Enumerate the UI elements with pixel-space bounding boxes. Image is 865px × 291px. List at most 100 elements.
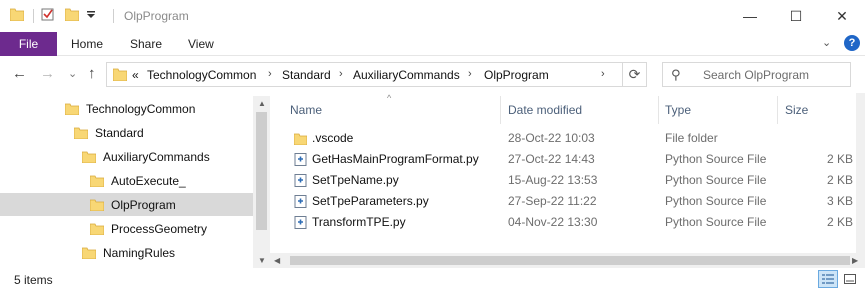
properties-checkbox-icon[interactable] xyxy=(41,8,55,21)
tree-item[interactable]: AutoExecute_ xyxy=(90,169,186,193)
breadcrumb-separator[interactable]: › xyxy=(339,68,343,80)
file-name: SetTpeName.py xyxy=(312,173,399,187)
column-header-name[interactable]: Name xyxy=(290,103,322,117)
breadcrumb-separator[interactable]: › xyxy=(468,68,472,80)
file-type: Python Source File xyxy=(665,173,767,187)
maximize-icon: ☐ xyxy=(789,7,803,24)
tree-item[interactable]: ProcessGeometry xyxy=(90,217,207,241)
breadcrumb-separator[interactable]: › xyxy=(268,68,272,80)
tab-view[interactable]: View xyxy=(188,37,214,51)
tab-home[interactable]: Home xyxy=(71,37,103,51)
file-date: 04-Nov-22 13:30 xyxy=(508,215,598,229)
python-file-icon xyxy=(294,174,307,187)
search-placeholder: Search OlpProgram xyxy=(703,68,810,82)
breadcrumb-separator[interactable]: › xyxy=(601,68,605,80)
title-separator xyxy=(113,9,114,23)
folder-icon xyxy=(65,103,79,115)
quick-access-dropdown-icon[interactable] xyxy=(86,8,96,21)
tree-item[interactable]: NamingRules xyxy=(82,241,175,265)
refresh-button[interactable]: ⟳ xyxy=(622,62,646,87)
tree-item-label: Standard xyxy=(95,126,144,140)
scroll-up-icon[interactable]: ▲ xyxy=(258,99,266,108)
folder-icon xyxy=(10,8,24,21)
file-list: ^ Name Date modified Type Size .vscode 2… xyxy=(278,93,865,268)
file-type: Python Source File xyxy=(665,215,767,229)
address-bar[interactable]: « TechnologyCommon › Standard › Auxiliar… xyxy=(106,62,647,87)
tree-item-label: TechnologyCommon xyxy=(86,102,196,116)
scroll-left-icon[interactable]: ◀ xyxy=(274,256,280,265)
tab-file[interactable]: File xyxy=(0,32,57,56)
breadcrumb-overflow[interactable]: « xyxy=(132,68,139,82)
folder-icon xyxy=(90,175,104,187)
file-row[interactable]: .vscode 28-Oct-22 10:03 File folder xyxy=(278,128,858,149)
breadcrumb-item[interactable]: TechnologyCommon xyxy=(147,68,256,82)
file-row[interactable]: GetHasMainProgramFormat.py 27-Oct-22 14:… xyxy=(278,149,858,170)
item-count: 5 items xyxy=(14,273,53,287)
forward-icon[interactable]: → xyxy=(40,65,55,82)
close-button[interactable]: ✕ xyxy=(819,0,865,32)
folder-icon xyxy=(82,247,96,259)
help-icon[interactable]: ? xyxy=(844,35,860,51)
file-type: Python Source File xyxy=(665,194,767,208)
tree-item[interactable]: AuxiliaryCommands xyxy=(82,145,210,169)
close-icon: ✕ xyxy=(836,7,848,24)
minimize-icon: — xyxy=(743,8,757,24)
file-row[interactable]: SetTpeName.py 15-Aug-22 13:53 Python Sou… xyxy=(278,170,858,191)
navigation-pane: TechnologyCommon Standard AuxiliaryComma… xyxy=(0,96,270,268)
maximize-button[interactable]: ☐ xyxy=(773,0,819,32)
folder-icon xyxy=(82,151,96,163)
file-size: 3 KB xyxy=(827,194,854,208)
tab-share[interactable]: Share xyxy=(130,37,162,51)
file-row[interactable]: TransformTPE.py 04-Nov-22 13:30 Python S… xyxy=(278,212,858,233)
ribbon-tabs: File Home Share View ⌄ ? xyxy=(0,32,865,56)
details-view-button[interactable] xyxy=(818,270,838,288)
python-file-icon xyxy=(294,216,307,229)
file-list-scrollbar[interactable] xyxy=(856,93,865,268)
expand-ribbon-icon[interactable]: ⌄ xyxy=(822,36,831,49)
file-type: Python Source File xyxy=(665,152,767,166)
details-view-icon xyxy=(822,274,834,284)
tree-scrollbar-thumb[interactable] xyxy=(256,112,267,230)
tree-item-label: ProcessGeometry xyxy=(111,222,208,236)
file-name: .vscode xyxy=(312,131,354,145)
column-header-date[interactable]: Date modified xyxy=(508,103,582,117)
column-divider[interactable] xyxy=(500,96,501,124)
back-icon[interactable]: ← xyxy=(12,65,27,82)
tree-item-label: AutoExecute_ xyxy=(111,174,186,188)
search-icon: ⚲ xyxy=(671,67,681,82)
up-icon[interactable]: ↑ xyxy=(88,65,96,82)
column-header-size[interactable]: Size xyxy=(785,103,808,117)
column-header-type[interactable]: Type xyxy=(665,103,691,117)
recent-locations-icon[interactable]: ⌄ xyxy=(68,67,77,80)
file-size: 2 KB xyxy=(827,173,854,187)
title-separator xyxy=(33,9,34,23)
breadcrumb-item[interactable]: AuxiliaryCommands xyxy=(353,68,460,82)
breadcrumb-item[interactable]: Standard xyxy=(282,68,331,82)
file-date: 28-Oct-22 10:03 xyxy=(508,131,595,145)
scroll-right-icon[interactable]: ▶ xyxy=(852,256,858,265)
python-file-icon xyxy=(294,195,307,208)
breadcrumb-item[interactable]: OlpProgram xyxy=(484,68,549,82)
large-icons-view-button[interactable] xyxy=(840,270,860,288)
search-box[interactable]: ⚲ Search OlpProgram xyxy=(662,62,851,87)
new-folder-icon[interactable] xyxy=(65,8,79,21)
tree-item[interactable]: Standard xyxy=(74,121,144,145)
horizontal-scrollbar-thumb[interactable] xyxy=(290,256,850,265)
column-divider[interactable] xyxy=(777,96,778,124)
folder-icon xyxy=(90,223,104,235)
refresh-icon: ⟳ xyxy=(628,66,641,82)
folder-icon xyxy=(294,133,307,145)
column-divider[interactable] xyxy=(658,96,659,124)
tree-item-selected[interactable]: OlpProgram xyxy=(90,193,176,217)
file-date: 27-Oct-22 14:43 xyxy=(508,152,595,166)
file-name: GetHasMainProgramFormat.py xyxy=(312,152,479,166)
file-row[interactable]: SetTpeParameters.py 27-Sep-22 11:22 Pyth… xyxy=(278,191,858,212)
file-type: File folder xyxy=(665,131,718,145)
folder-icon xyxy=(90,199,104,211)
minimize-button[interactable]: — xyxy=(727,0,773,32)
tree-item[interactable]: TechnologyCommon xyxy=(65,97,195,121)
scroll-down-icon[interactable]: ▼ xyxy=(258,256,266,265)
sort-ascending-icon: ^ xyxy=(387,93,392,103)
file-date: 15-Aug-22 13:53 xyxy=(508,173,598,187)
title-bar: OlpProgram — ☐ ✕ xyxy=(0,0,865,32)
